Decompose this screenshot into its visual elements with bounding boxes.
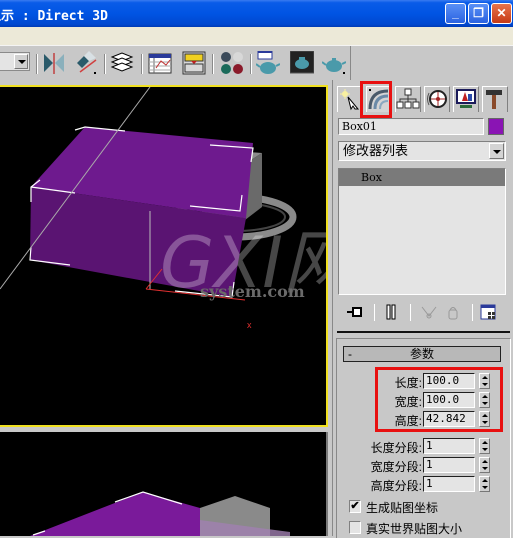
- viewport-scene: 前 x GXI网 system.com: [0, 87, 326, 330]
- width-segs-param: 宽度分段: 1: [337, 457, 512, 474]
- checkbox[interactable]: [349, 521, 361, 534]
- schematic-view-icon[interactable]: [182, 51, 206, 75]
- mirror-icon[interactable]: [42, 51, 66, 75]
- stack-item-box[interactable]: Box: [339, 169, 505, 186]
- x-axis-label: x: [247, 320, 252, 330]
- length-segs-spinner[interactable]: [479, 438, 490, 454]
- minimize-icon: _: [452, 6, 459, 20]
- render-setup-icon[interactable]: [256, 51, 280, 75]
- collapse-icon: -: [348, 347, 352, 361]
- material-editor-icon[interactable]: [220, 51, 244, 75]
- viewport-scene-bottom: [30, 491, 290, 536]
- panel-divider: [337, 331, 510, 333]
- toolbar-separator: [104, 54, 106, 74]
- hierarchy-icon: [396, 88, 420, 109]
- title-bar: 显示 : Direct 3D _ ❐ ✕: [0, 0, 513, 27]
- tab-display[interactable]: [453, 86, 479, 112]
- modifier-list-dropdown[interactable]: 修改器列表: [338, 141, 506, 161]
- object-name-input[interactable]: Box01: [338, 118, 484, 135]
- quick-render-icon[interactable]: [322, 51, 346, 75]
- dimension-params-highlight: [375, 367, 503, 432]
- selection-filter-dropdown[interactable]: [0, 52, 30, 71]
- create-icon: [340, 89, 360, 111]
- watermark-sub: system.com: [200, 282, 305, 301]
- utilities-icon: [486, 90, 502, 109]
- toolbar-separator: [250, 54, 252, 74]
- configure-modifier-sets-icon[interactable]: [480, 304, 498, 320]
- restore-button[interactable]: ❐: [468, 3, 489, 24]
- height-segs-input[interactable]: 1: [423, 476, 475, 492]
- make-unique-icon[interactable]: [420, 304, 438, 320]
- align-icon[interactable]: [74, 51, 98, 75]
- menu-bar: [0, 27, 513, 45]
- toolbar-separator: [212, 54, 214, 74]
- remove-modifier-icon[interactable]: [444, 304, 462, 320]
- show-end-result-icon[interactable]: [382, 304, 400, 320]
- parameters-rollout-header[interactable]: - 参数: [343, 346, 501, 362]
- chevron-down-icon[interactable]: [14, 54, 28, 69]
- command-panel: Box01 修改器列表 Box - 参数 长度: 100.0 宽度: 100.0: [332, 80, 513, 538]
- pin-stack-icon[interactable]: [346, 304, 364, 320]
- window-title: 显示 : Direct 3D: [0, 9, 108, 24]
- stack-toolbar: [338, 302, 506, 322]
- length-segs-input[interactable]: 1: [423, 438, 475, 454]
- main-toolbar: [0, 45, 513, 81]
- toolbar-separator: [36, 54, 38, 74]
- minimize-button[interactable]: _: [445, 3, 466, 24]
- width-segs-spinner[interactable]: [479, 457, 490, 473]
- tab-motion[interactable]: [424, 86, 450, 112]
- perspective-viewport[interactable]: 前 x GXI网 system.com: [0, 85, 328, 427]
- render-frame-icon[interactable]: [290, 51, 314, 75]
- motion-icon: [427, 90, 447, 108]
- layer-manager-icon[interactable]: [110, 51, 134, 75]
- parameters-rollout: - 参数 长度: 100.0 宽度: 100.0 高度: 42.842 长度分段…: [336, 338, 511, 538]
- track-view-icon[interactable]: [148, 51, 172, 75]
- toolbar-divider: [350, 46, 351, 81]
- toolbar-separator: [141, 54, 143, 74]
- object-color-swatch[interactable]: [488, 118, 504, 135]
- checkbox[interactable]: ✔: [349, 500, 361, 513]
- modifier-stack[interactable]: Box: [338, 168, 506, 295]
- restore-icon: ❐: [473, 6, 484, 20]
- width-segs-input[interactable]: 1: [423, 457, 475, 473]
- modify-tab-highlight: [360, 81, 392, 118]
- length-segs-param: 长度分段: 1: [337, 438, 512, 455]
- height-segs-param: 高度分段: 1: [337, 476, 512, 493]
- display-icon: [456, 89, 476, 108]
- close-icon: ✕: [496, 6, 507, 20]
- close-button[interactable]: ✕: [491, 3, 512, 24]
- tab-utilities[interactable]: [482, 86, 508, 112]
- bottom-viewport[interactable]: [0, 432, 328, 536]
- height-segs-spinner[interactable]: [479, 476, 490, 492]
- chevron-down-icon[interactable]: [489, 143, 504, 159]
- tab-hierarchy[interactable]: [395, 86, 421, 112]
